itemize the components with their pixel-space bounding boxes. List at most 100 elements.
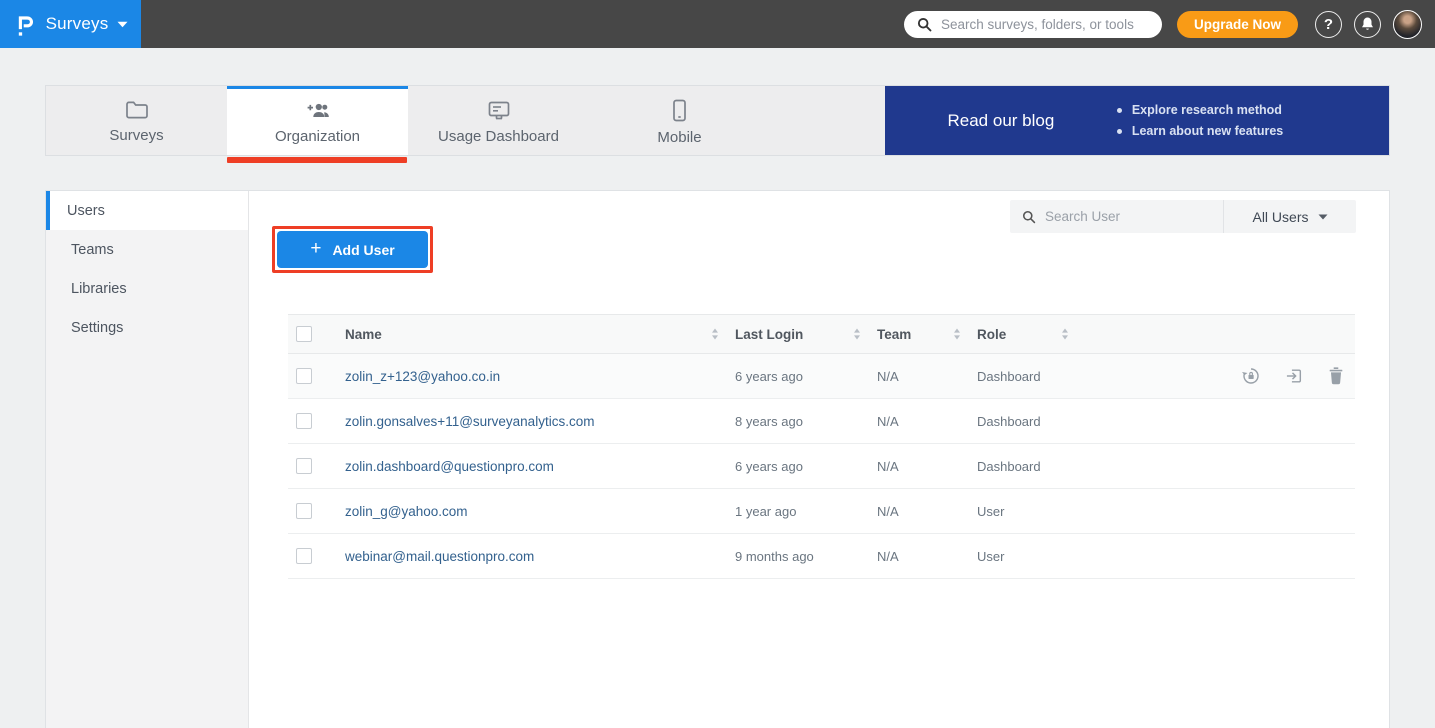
tab-label: Mobile — [657, 129, 701, 146]
user-controls: Search User All Users — [1010, 200, 1356, 233]
mobile-phone-icon — [672, 99, 687, 122]
column-header-name[interactable]: Name — [345, 327, 735, 342]
row-checkbox-cell — [288, 503, 345, 519]
team-cell: N/A — [877, 414, 977, 429]
global-search-placeholder: Search surveys, folders, or tools — [941, 17, 1134, 32]
org-sidebar: Users Teams Libraries Settings — [46, 191, 249, 728]
bell-icon — [1360, 16, 1375, 32]
global-search-input[interactable]: Search surveys, folders, or tools — [904, 11, 1162, 38]
sort-icon[interactable] — [711, 328, 719, 340]
last-login-cell: 9 months ago — [735, 549, 877, 564]
column-header-role[interactable]: Role — [977, 327, 1085, 342]
search-user-input[interactable]: Search User — [1010, 200, 1223, 233]
role-cell: User — [977, 549, 1085, 564]
questionpro-logo-icon — [13, 11, 37, 37]
upgrade-now-button[interactable]: Upgrade Now — [1177, 11, 1298, 38]
add-user-button[interactable]: + Add User — [277, 231, 428, 268]
login-as-user-icon[interactable] — [1284, 366, 1304, 386]
role-cell: Dashboard — [977, 459, 1085, 474]
sort-icon[interactable] — [953, 328, 961, 340]
team-cell: N/A — [877, 459, 977, 474]
user-email-link[interactable]: zolin.gonsalves+11@surveyanalytics.com — [345, 414, 594, 429]
sidebar-item-settings[interactable]: Settings — [46, 308, 248, 347]
sort-icon[interactable] — [853, 328, 861, 340]
user-avatar[interactable] — [1393, 10, 1422, 39]
notifications-button[interactable] — [1354, 11, 1381, 38]
delete-user-icon[interactable] — [1327, 366, 1345, 386]
annotation-tab-highlight — [227, 157, 407, 163]
role-cell: Dashboard — [977, 414, 1085, 429]
user-email-link[interactable]: zolin_g@yahoo.com — [345, 504, 468, 519]
product-switcher[interactable]: Surveys — [0, 0, 141, 48]
row-checkbox-cell — [288, 458, 345, 474]
tab-label: Organization — [275, 128, 360, 145]
user-email-link[interactable]: zolin.dashboard@questionpro.com — [345, 459, 554, 474]
name-cell: zolin.gonsalves+11@surveyanalytics.com — [345, 414, 735, 429]
user-filter-dropdown[interactable]: All Users — [1223, 200, 1356, 233]
product-label: Surveys — [46, 14, 109, 34]
module-tab-bar: Surveys Organization Usage Dashboard Mob… — [45, 85, 1390, 156]
last-login-cell: 6 years ago — [735, 459, 877, 474]
row-checkbox[interactable] — [296, 503, 312, 519]
bullet-dot-icon — [1117, 129, 1122, 134]
column-header-last-login[interactable]: Last Login — [735, 327, 877, 342]
search-user-placeholder: Search User — [1045, 209, 1120, 224]
table-header: Name Last Login Team — [288, 314, 1355, 354]
search-icon — [1022, 210, 1036, 224]
blog-banner[interactable]: Read our blog Explore research method Le… — [885, 86, 1389, 155]
row-checkbox[interactable] — [296, 458, 312, 474]
annotation-add-user-highlight: + Add User — [272, 226, 433, 273]
last-login-cell: 6 years ago — [735, 369, 877, 384]
tab-organization[interactable]: Organization — [227, 86, 408, 155]
name-cell: webinar@mail.questionpro.com — [345, 549, 735, 564]
users-table: Name Last Login Team — [288, 314, 1355, 579]
sidebar-item-teams[interactable]: Teams — [46, 230, 248, 269]
add-people-icon — [305, 99, 331, 121]
row-checkbox[interactable] — [296, 368, 312, 384]
row-checkbox-cell — [288, 368, 345, 384]
table-row: zolin_z+123@yahoo.co.in 6 years ago N/A … — [288, 354, 1355, 399]
header-checkbox-cell — [288, 326, 345, 342]
table-row: zolin_g@yahoo.com 1 year ago N/A User — [288, 489, 1355, 534]
last-login-cell: 8 years ago — [735, 414, 877, 429]
blog-banner-title: Read our blog — [885, 111, 1117, 131]
reset-password-icon[interactable] — [1241, 366, 1261, 386]
select-all-checkbox[interactable] — [296, 326, 312, 342]
name-cell: zolin_g@yahoo.com — [345, 504, 735, 519]
plus-icon: + — [310, 239, 321, 258]
dashboard-monitor-icon — [487, 100, 511, 121]
team-cell: N/A — [877, 504, 977, 519]
bullet-dot-icon — [1117, 108, 1122, 113]
sidebar-item-users[interactable]: Users — [46, 191, 248, 230]
chevron-down-icon — [1318, 214, 1328, 220]
tab-mobile[interactable]: Mobile — [589, 86, 770, 155]
table-body: zolin_z+123@yahoo.co.in 6 years ago N/A … — [288, 354, 1355, 579]
row-actions — [1085, 366, 1355, 386]
help-button[interactable]: ? — [1315, 11, 1342, 38]
sidebar-item-libraries[interactable]: Libraries — [46, 269, 248, 308]
row-checkbox[interactable] — [296, 413, 312, 429]
banner-bullet: Learn about new features — [1117, 124, 1389, 138]
role-cell: User — [977, 504, 1085, 519]
search-icon — [917, 17, 932, 32]
organization-panel: Users Teams Libraries Settings + Add Use… — [45, 190, 1390, 728]
users-content: + Add User Search User All Users — [249, 191, 1389, 728]
team-cell: N/A — [877, 549, 977, 564]
name-cell: zolin_z+123@yahoo.co.in — [345, 369, 735, 384]
column-header-team[interactable]: Team — [877, 327, 977, 342]
blog-banner-bullets: Explore research method Learn about new … — [1117, 103, 1389, 138]
user-email-link[interactable]: zolin_z+123@yahoo.co.in — [345, 369, 500, 384]
row-checkbox-cell — [288, 413, 345, 429]
sort-icon[interactable] — [1061, 328, 1069, 340]
top-bar: Surveys Search surveys, folders, or tool… — [0, 0, 1435, 48]
user-email-link[interactable]: webinar@mail.questionpro.com — [345, 549, 534, 564]
last-login-cell: 1 year ago — [735, 504, 877, 519]
tab-label: Usage Dashboard — [438, 128, 559, 145]
row-checkbox[interactable] — [296, 548, 312, 564]
tab-surveys[interactable]: Surveys — [46, 86, 227, 155]
tab-label: Surveys — [109, 127, 163, 144]
table-row: webinar@mail.questionpro.com 9 months ag… — [288, 534, 1355, 579]
name-cell: zolin.dashboard@questionpro.com — [345, 459, 735, 474]
tab-usage-dashboard[interactable]: Usage Dashboard — [408, 86, 589, 155]
folder-icon — [125, 100, 149, 120]
